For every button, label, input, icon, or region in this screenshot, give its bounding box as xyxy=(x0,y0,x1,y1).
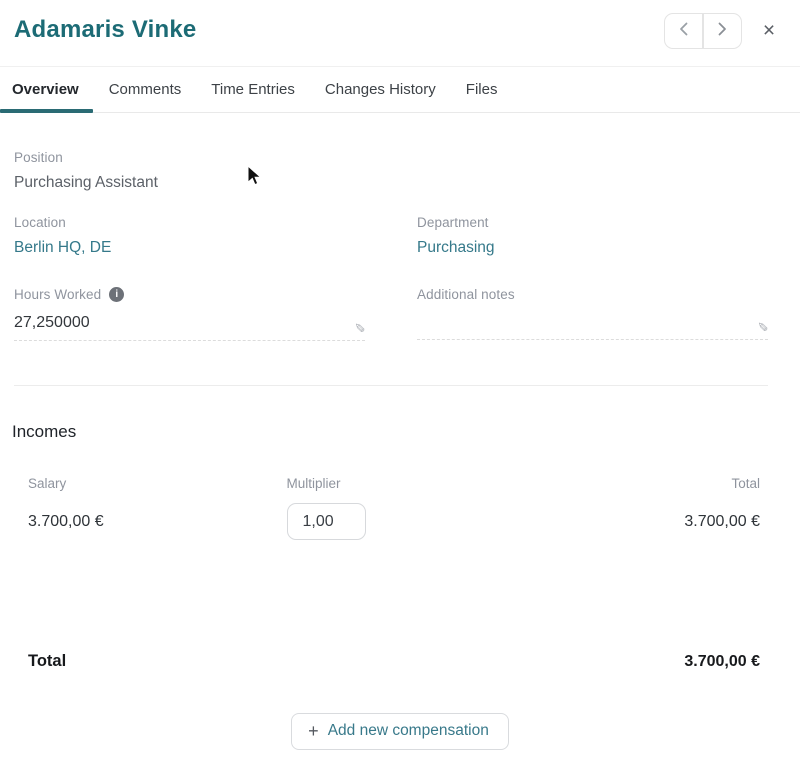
tab-overview[interactable]: Overview xyxy=(12,67,79,112)
chevron-right-icon xyxy=(718,22,727,40)
chevron-left-icon xyxy=(679,22,688,40)
location-link[interactable]: Berlin HQ, DE xyxy=(14,239,365,257)
hours-worked-editable[interactable]: 27,250000 ✎ xyxy=(14,310,365,341)
department-field: Department Purchasing xyxy=(417,215,768,257)
add-new-compensation-label: Add new compensation xyxy=(328,722,489,740)
hours-worked-label: Hours Worked xyxy=(14,287,101,302)
next-record-button[interactable] xyxy=(703,13,742,49)
incomes-heading: Incomes xyxy=(12,422,800,442)
plus-icon: + xyxy=(308,722,319,740)
tab-changes-history[interactable]: Changes History xyxy=(325,67,436,112)
total-column-label: Total xyxy=(502,476,761,491)
department-label: Department xyxy=(417,215,768,230)
position-label: Position xyxy=(14,150,768,165)
salary-column-label: Salary xyxy=(28,476,287,491)
income-column-headers: Salary Multiplier Total xyxy=(28,476,760,491)
tab-bar: Overview Comments Time Entries Changes H… xyxy=(0,66,800,113)
previous-record-button[interactable] xyxy=(664,13,703,49)
position-field: Position Purchasing Assistant xyxy=(14,150,768,192)
location-field: Location Berlin HQ, DE xyxy=(14,215,365,257)
income-total-value: 3.700,00 € xyxy=(502,513,761,531)
edit-pencil-icon: ✎ xyxy=(756,321,769,332)
tab-files[interactable]: Files xyxy=(466,67,498,112)
tab-time-entries[interactable]: Time Entries xyxy=(211,67,295,112)
close-icon[interactable]: × xyxy=(756,18,782,44)
location-label: Location xyxy=(14,215,365,230)
income-row: 3.700,00 € 3.700,00 € xyxy=(28,503,760,540)
add-new-compensation-button[interactable]: + Add new compensation xyxy=(291,713,509,750)
incomes-section: Incomes Salary Multiplier Total 3.700,00… xyxy=(0,422,800,750)
additional-notes-editable[interactable]: ✎ xyxy=(417,310,768,340)
panel-header: Adamaris Vinke × xyxy=(0,0,800,66)
grand-total-label: Total xyxy=(28,652,66,671)
page-title: Adamaris Vinke xyxy=(14,16,776,44)
edit-pencil-icon: ✎ xyxy=(353,322,366,333)
grand-total-row: Total 3.700,00 € xyxy=(0,652,800,671)
grand-total-value: 3.700,00 € xyxy=(684,653,760,671)
salary-value: 3.700,00 € xyxy=(28,513,287,531)
multiplier-column-label: Multiplier xyxy=(287,476,502,491)
hours-worked-value: 27,250000 xyxy=(14,314,341,332)
department-link[interactable]: Purchasing xyxy=(417,239,768,257)
tab-comments[interactable]: Comments xyxy=(109,67,182,112)
overview-section: Position Purchasing Assistant Location B… xyxy=(0,150,800,386)
info-icon[interactable]: i xyxy=(109,287,124,302)
hours-worked-field: Hours Worked i 27,250000 ✎ xyxy=(14,287,365,341)
section-divider xyxy=(14,385,768,386)
position-value: Purchasing Assistant xyxy=(14,174,768,192)
additional-notes-field: Additional notes ✎ xyxy=(417,287,768,341)
record-pager xyxy=(664,13,742,49)
multiplier-input[interactable] xyxy=(287,503,366,540)
additional-notes-label: Additional notes xyxy=(417,287,768,302)
